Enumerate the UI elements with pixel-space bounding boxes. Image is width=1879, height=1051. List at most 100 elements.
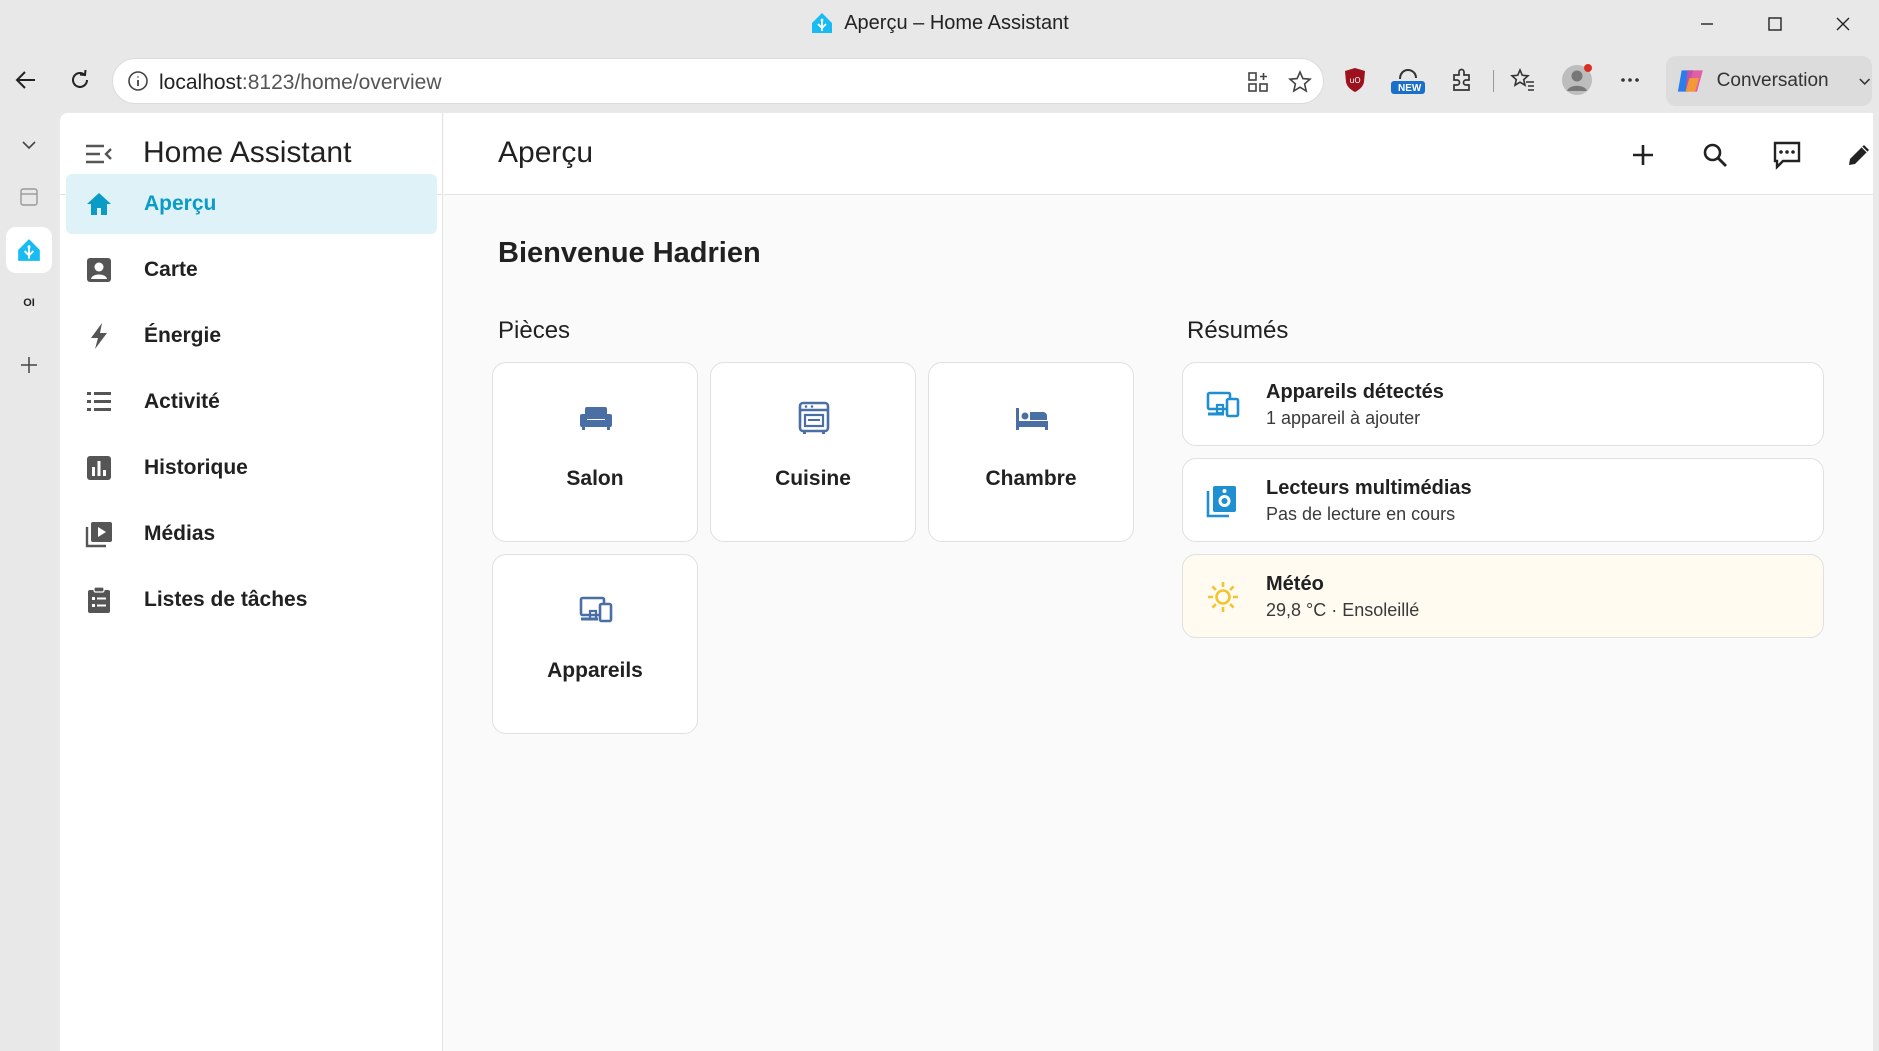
room-card-chambre[interactable]: Chambre [928, 362, 1134, 542]
close-window-button[interactable] [1808, 0, 1878, 48]
window-titlebar: Aperçu – Home Assistant [0, 0, 1879, 48]
reload-icon [72, 69, 88, 88]
tabs-collapse-button[interactable] [6, 122, 52, 168]
browser-vertical-sidebar: OI [0, 112, 58, 1051]
sidebar-item-label: Médias [144, 522, 216, 545]
blank-tab-icon [20, 188, 38, 206]
url-text[interactable]: localhost:8123/home/overview [159, 71, 442, 95]
assist-button[interactable] [1765, 133, 1809, 177]
home-assistant-app: Home Assistant Aperçu Carte Énergie Acti… [60, 113, 1873, 1051]
summary-title: Lecteurs multimédias [1266, 477, 1472, 499]
search-icon [1703, 143, 1727, 167]
room-card-appareils[interactable]: Appareils [492, 554, 698, 734]
reload-button[interactable] [60, 60, 100, 100]
sidebar-item-apercu[interactable]: Aperçu [66, 174, 437, 234]
bed-icon [1016, 408, 1048, 430]
format-list-icon [87, 392, 111, 411]
room-label: Cuisine [775, 467, 851, 490]
page-title: Aperçu [498, 136, 594, 169]
add-button[interactable] [1621, 133, 1665, 177]
room-label: Chambre [985, 467, 1077, 490]
favorite-star-icon[interactable] [1287, 69, 1313, 95]
toolbar-divider [1493, 70, 1494, 92]
ublock-shield-icon: uO [1345, 68, 1365, 92]
summary-card-lecteurs-multimedias[interactable]: Lecteurs multimédias Pas de lecture en c… [1182, 458, 1824, 542]
url-host: localhost [159, 71, 242, 94]
sidebar-item-label: Historique [144, 456, 248, 479]
favorites-button[interactable] [1503, 60, 1543, 100]
sidebar-item-carte[interactable]: Carte [66, 240, 437, 300]
room-card-salon[interactable]: Salon [492, 362, 698, 542]
chevron-down-icon [22, 141, 36, 150]
minimize-button[interactable] [1672, 0, 1742, 48]
sidebar-item-historique[interactable]: Historique [66, 438, 437, 498]
new-extension-button[interactable]: NEW [1388, 60, 1428, 100]
address-bar[interactable]: localhost:8123/home/overview [112, 58, 1324, 104]
extensions-button[interactable] [1442, 60, 1482, 100]
window-title: Aperçu – Home Assistant [0, 11, 1879, 35]
new-badge: NEW [1398, 83, 1422, 94]
chart-box-icon [87, 456, 111, 480]
home-icon [87, 193, 111, 215]
sidebar-item-label: Listes de tâches [144, 588, 308, 611]
summary-subtitle: Pas de lecture en cours [1266, 504, 1456, 524]
welcome-heading: Bienvenue Hadrien [498, 237, 761, 269]
avatar-icon [1562, 64, 1592, 95]
menu-open-icon [86, 144, 112, 164]
ellipsis-icon [1621, 78, 1639, 82]
ha-main: Aperçu Bienvenue Hadrien Pièces Salon Cu… [444, 113, 1873, 1051]
room-card-cuisine[interactable]: Cuisine [710, 362, 916, 542]
summary-card-appareils-detectes[interactable]: Appareils détectés 1 appareil à ajouter [1182, 362, 1824, 446]
comment-processing-icon [1773, 141, 1801, 170]
sidebar-toggle-button[interactable] [82, 138, 114, 170]
weather-sunny-icon [1208, 582, 1238, 612]
speaker-multiple-icon [1206, 486, 1236, 518]
profile-button[interactable] [1557, 60, 1597, 100]
back-arrow-icon [15, 71, 35, 89]
search-button[interactable] [1693, 133, 1737, 177]
edit-dashboard-button[interactable] [1837, 133, 1873, 177]
sidebar-item-listes-de-taches[interactable]: Listes de tâches [66, 570, 437, 630]
plus-icon [1633, 145, 1653, 165]
new-tab-button[interactable] [6, 342, 52, 388]
sidebar-item-energie[interactable]: Énergie [66, 306, 437, 366]
tab-item-home-assistant[interactable] [6, 227, 52, 273]
copilot-icon [1677, 70, 1703, 92]
window-title-text: Aperçu – Home Assistant [844, 11, 1069, 34]
oi-tab-icon: OI [23, 297, 35, 309]
plus-icon [21, 357, 37, 373]
summaries-section-title: Résumés [1187, 317, 1289, 344]
pencil-icon [1849, 145, 1869, 165]
ha-main-header: Aperçu [444, 113, 1873, 195]
room-label: Salon [566, 467, 624, 490]
chevron-down-icon [1858, 78, 1870, 85]
more-options-button[interactable] [1610, 60, 1650, 100]
puzzle-icon [1453, 68, 1470, 91]
room-label: Appareils [547, 659, 643, 682]
account-box-icon [87, 258, 111, 282]
tab-item-blank[interactable] [6, 174, 52, 220]
sidebar-item-label: Énergie [144, 324, 222, 347]
stove-icon [798, 401, 830, 434]
site-info-icon[interactable] [127, 70, 149, 92]
sidebar-item-label: Aperçu [144, 192, 217, 215]
sidebar-item-label: Activité [144, 390, 220, 413]
devices-icon [579, 596, 613, 623]
sofa-icon [580, 407, 612, 430]
copilot-conversation-button[interactable]: Conversation [1666, 56, 1872, 106]
ha-sidebar: Home Assistant Aperçu Carte Énergie Acti… [60, 113, 443, 1051]
app-available-icon[interactable] [1246, 70, 1270, 94]
play-box-multiple-icon [85, 522, 112, 548]
back-button[interactable] [6, 60, 46, 100]
clipboard-list-icon [88, 586, 110, 613]
browser-toolbar: localhost:8123/home/overview uO NEW Conv… [0, 48, 1879, 112]
summary-card-meteo[interactable]: Météo 29,8 °C · Ensoleillé [1182, 554, 1824, 638]
sidebar-item-activite[interactable]: Activité [66, 372, 437, 432]
sidebar-item-label: Carte [144, 258, 198, 281]
tab-item-oi[interactable]: OI [6, 280, 52, 326]
summary-subtitle: 29,8 °C · Ensoleillé [1266, 600, 1420, 620]
ublock-extension-button[interactable]: uO [1335, 60, 1375, 100]
sidebar-item-medias[interactable]: Médias [66, 504, 437, 564]
url-path: :8123/home/overview [241, 71, 442, 94]
maximize-button[interactable] [1740, 0, 1810, 48]
